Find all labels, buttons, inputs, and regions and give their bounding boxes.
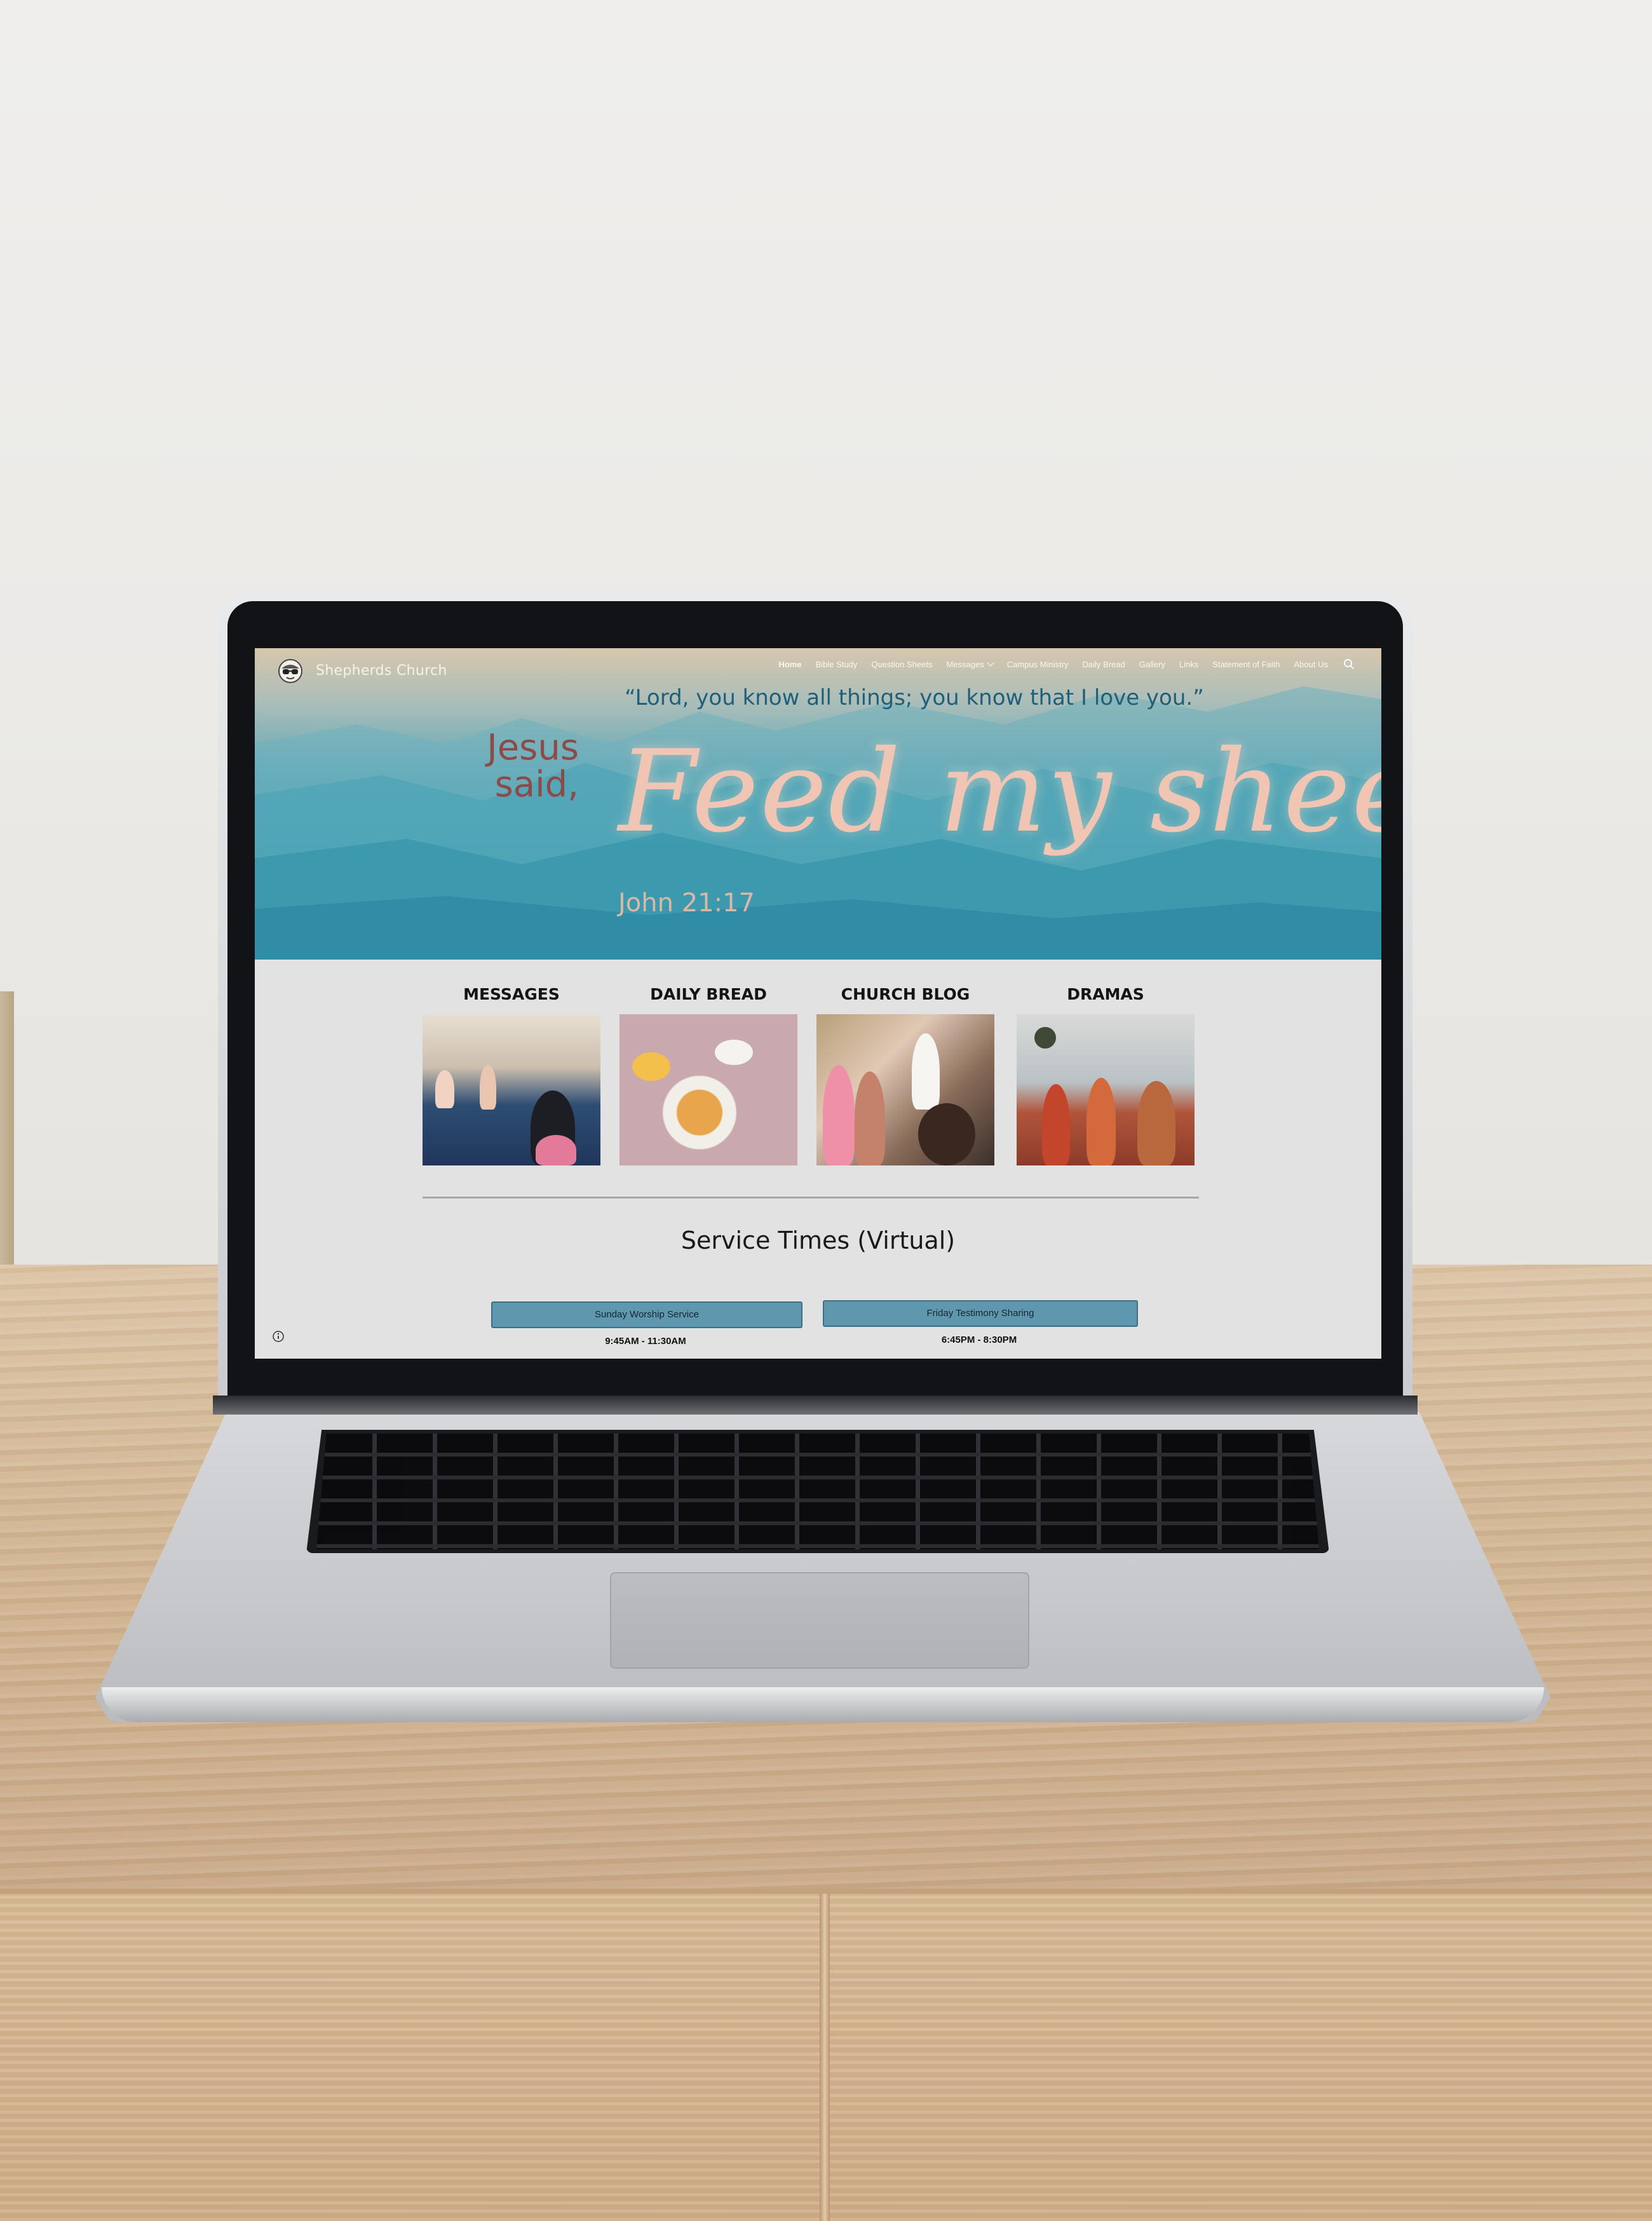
raised-hands-shape: [435, 1070, 454, 1108]
person-shape: [823, 1065, 855, 1165]
chevron-down-icon: [987, 659, 994, 667]
laptop-screen: Shepherds Church Home Bible Study Questi…: [255, 648, 1381, 1359]
nav-item-messages-label: Messages: [946, 659, 984, 669]
fruit-plate-shape: [632, 1052, 670, 1081]
messages-photo[interactable]: [423, 1014, 600, 1165]
person-shape: [855, 1071, 885, 1165]
card-title: MESSAGES: [463, 985, 560, 1003]
laptop-hinge: [213, 1396, 1418, 1415]
shepherd-logo-icon[interactable]: [278, 658, 303, 684]
sunday-worship-time: 9:45AM - 11:30AM: [605, 1336, 686, 1347]
friday-testimony-time: 6:45PM - 8:30PM: [941, 1335, 1017, 1345]
nav-item-gallery[interactable]: Gallery: [1139, 660, 1165, 669]
cup-shape: [715, 1040, 753, 1065]
person-shape: [912, 1033, 940, 1110]
nav-item-question-sheets[interactable]: Question Sheets: [871, 660, 932, 669]
card-title: DAILY BREAD: [650, 985, 767, 1003]
feature-cards: MESSAGES DAILY BREAD CHURCH BLOG DRAMAS: [423, 985, 1213, 1165]
hero-verse-reference: John 21:17: [618, 888, 755, 918]
card-church-blog[interactable]: CHURCH BLOG: [816, 985, 994, 1165]
jesus-said-line-1: Jesus: [487, 727, 579, 768]
jesus-said-text: Jesus said,: [426, 730, 579, 803]
nav-item-home[interactable]: Home: [778, 660, 801, 669]
nav-item-about-us[interactable]: About Us: [1294, 660, 1328, 669]
raised-hands-shape: [480, 1065, 496, 1110]
laptop-base-edge: [102, 1687, 1544, 1722]
nav-item-statement-of-faith[interactable]: Statement of Faith: [1212, 660, 1280, 669]
desk-drawer-seam: [820, 1894, 830, 2221]
top-navigation: Shepherds Church Home Bible Study Questi…: [255, 648, 1381, 685]
dancer-shape: [1087, 1078, 1116, 1165]
keyboard-rows: [316, 1434, 1319, 1549]
card-messages[interactable]: MESSAGES: [423, 985, 600, 1165]
service-times-title: Service Times (Virtual): [680, 1226, 956, 1254]
search-icon[interactable]: [1343, 658, 1355, 670]
section-divider: [423, 1197, 1199, 1199]
dancer-shape: [1042, 1084, 1070, 1165]
nav-item-campus-ministry[interactable]: Campus Ministry: [1007, 660, 1069, 669]
sunday-worship-button[interactable]: Sunday Worship Service: [491, 1301, 802, 1328]
church-blog-photo[interactable]: [816, 1014, 994, 1165]
card-dramas[interactable]: DRAMAS: [1017, 985, 1195, 1165]
worshipper-shirt-shape: [536, 1135, 576, 1165]
card-daily-bread[interactable]: DAILY BREAD: [620, 985, 797, 1165]
side-object: [0, 991, 14, 1265]
nav-menu: Home Bible Study Question Sheets Message…: [764, 658, 1355, 670]
daily-bread-photo[interactable]: [620, 1014, 797, 1165]
nav-item-messages[interactable]: Messages: [946, 659, 994, 669]
site-title[interactable]: Shepherds Church: [316, 663, 447, 679]
nav-item-daily-bread[interactable]: Daily Bread: [1083, 660, 1125, 669]
card-title: DRAMAS: [1067, 985, 1144, 1003]
jesus-said-line-2: said,: [494, 764, 579, 805]
card-title: CHURCH BLOG: [841, 985, 970, 1003]
dramas-photo[interactable]: [1017, 1014, 1195, 1165]
wreath-shape: [1034, 1027, 1056, 1049]
hero-headline: Feed my sheep.: [618, 726, 1381, 857]
nav-item-links[interactable]: Links: [1179, 660, 1198, 669]
hero-quote: “Lord, you know all things; you know tha…: [625, 685, 1204, 710]
nav-item-bible-study[interactable]: Bible Study: [816, 660, 858, 669]
hero-banner: Shepherds Church Home Bible Study Questi…: [255, 648, 1381, 960]
person-face-shape: [918, 1103, 975, 1165]
info-icon[interactable]: [272, 1330, 285, 1343]
dancer-shape: [1137, 1081, 1175, 1165]
friday-testimony-button[interactable]: Friday Testimony Sharing: [823, 1300, 1138, 1327]
trackpad: [610, 1572, 1029, 1669]
